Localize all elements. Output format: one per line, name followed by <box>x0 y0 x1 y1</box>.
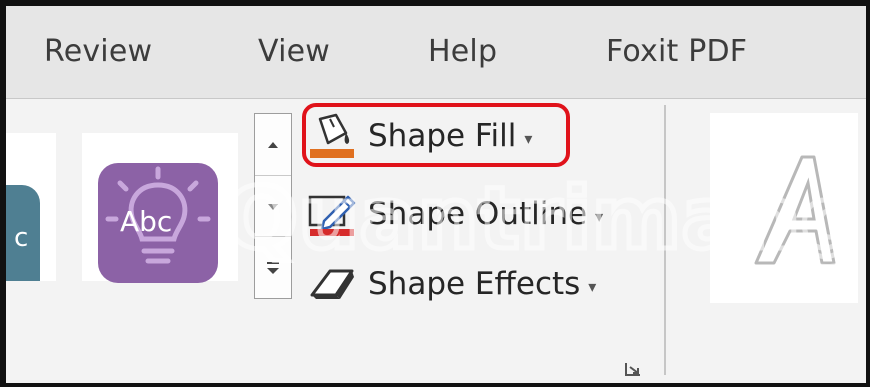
chevron-down-icon: ▾ <box>588 276 597 296</box>
shape-style-label: c <box>14 223 29 253</box>
chevron-down-icon: ▾ <box>595 206 604 226</box>
pen-outline-icon <box>306 191 358 237</box>
wordart-a-icon <box>754 155 836 265</box>
shape-style-tile-1[interactable]: c <box>6 133 56 281</box>
shape-style-swatch-purple: Abc <box>98 163 218 283</box>
shape-outline-label: Shape Outline <box>368 196 588 232</box>
wordart-style-tile[interactable] <box>710 113 858 303</box>
paint-bucket-icon <box>306 113 358 159</box>
shape-fill-label: Shape Fill <box>368 118 517 154</box>
tab-view[interactable]: View <box>258 34 330 69</box>
down-arrow-icon <box>268 203 278 210</box>
shape-fill-button[interactable]: Shape Fill ▾ <box>306 109 532 163</box>
group-separator <box>664 105 666 375</box>
dialog-launcher-icon <box>625 363 640 376</box>
gallery-down-button[interactable] <box>255 175 291 237</box>
shape-effects-icon <box>306 261 358 307</box>
gallery-more-button[interactable] <box>255 236 291 298</box>
tab-help[interactable]: Help <box>428 34 497 69</box>
tab-review[interactable]: Review <box>44 34 152 69</box>
gallery-up-button[interactable] <box>255 114 291 175</box>
ribbon-tabs: Review View Help Foxit PDF <box>6 6 866 99</box>
shape-outline-button[interactable]: Shape Outline ▾ <box>306 187 603 241</box>
shape-style-tile-2[interactable]: Abc <box>82 133 238 283</box>
up-arrow-icon <box>268 141 278 148</box>
chevron-down-icon: ▾ <box>524 128 533 148</box>
tab-foxit-pdf[interactable]: Foxit PDF <box>606 34 747 69</box>
shape-style-label: Abc <box>120 205 173 238</box>
gallery-scroll <box>254 113 292 299</box>
shape-effects-label: Shape Effects <box>368 266 581 302</box>
more-gallery-icon <box>267 261 279 274</box>
dialog-launcher-button[interactable] <box>624 361 642 377</box>
shape-effects-button[interactable]: Shape Effects ▾ <box>306 257 596 311</box>
ribbon-body: c Abc Shape Fill ▾ Shape Outline ▾ Shape… <box>6 99 866 383</box>
